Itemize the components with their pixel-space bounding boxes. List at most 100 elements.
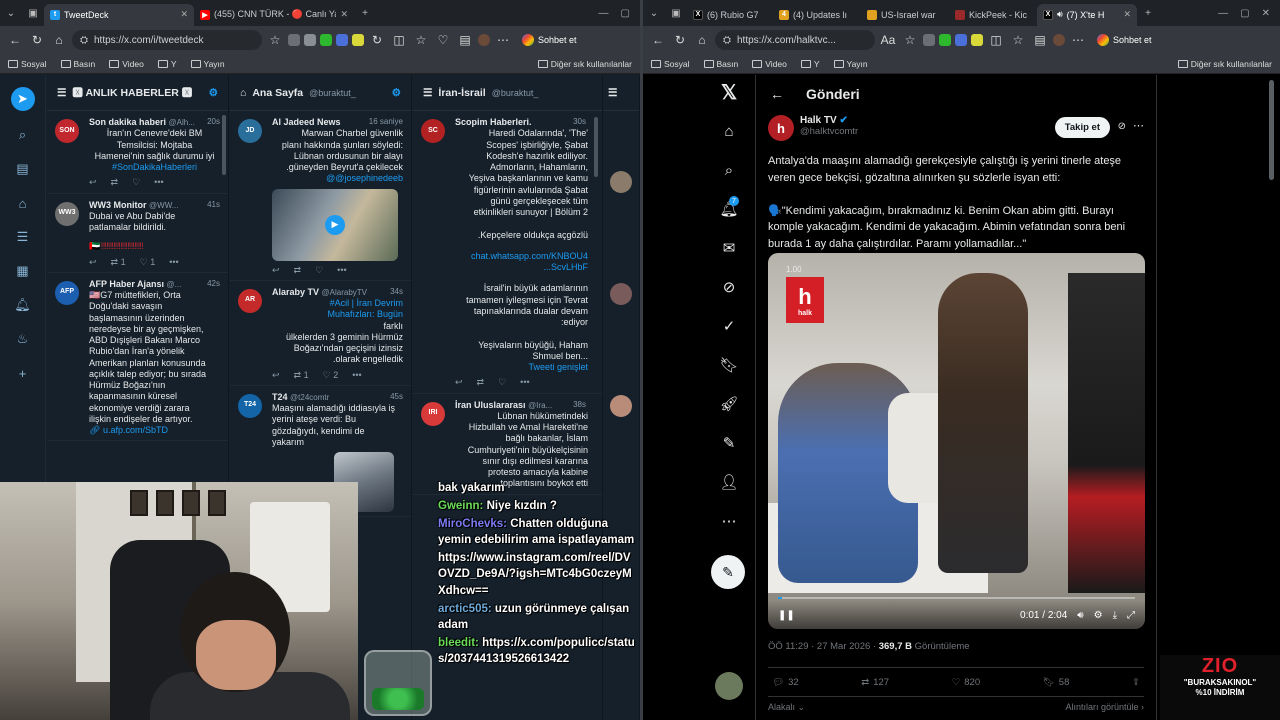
bookmark-icon[interactable]: 🔖︎ (717, 356, 741, 374)
more-icon[interactable]: ••• (352, 370, 361, 381)
tweet-author[interactable]: Son dakika haberi (89, 117, 166, 127)
repost-button[interactable]: ⇄ 127 (861, 677, 889, 688)
column-settings-icon[interactable]: ⚙ (392, 87, 401, 99)
retweet-icon[interactable]: ⇄ (111, 177, 119, 188)
extension-icon[interactable] (336, 34, 348, 46)
extension-icon[interactable] (939, 34, 951, 46)
settings-icon[interactable]: ⚙ (1094, 610, 1103, 621)
bookmark-button[interactable]: 🔖︎ 58 (1043, 677, 1070, 688)
refresh-ext-icon[interactable]: ↻ (368, 33, 386, 47)
more-icon[interactable]: ••• (520, 377, 529, 388)
avatar[interactable] (610, 283, 632, 305)
star-icon[interactable]: ☆ (266, 33, 284, 47)
workspaces-icon[interactable]: ▣ (665, 2, 687, 24)
add-column-icon[interactable]: + (13, 363, 33, 383)
other-bookmarks[interactable]: Diğer sık kullanılanlar (537, 59, 632, 69)
bookmark-folder[interactable]: Sosyal (8, 59, 47, 69)
avatar[interactable]: AFP (55, 280, 79, 305)
tweet[interactable]: SON Son dakika haberi @Alh... 20s İran'ı… (47, 111, 228, 194)
close-window-icon[interactable]: ✕ (1262, 8, 1270, 19)
avatar[interactable]: JD (238, 119, 262, 143)
speaker-icon[interactable]: 🔊︎ (1057, 9, 1063, 20)
site-info-icon[interactable]: ⛭ (80, 35, 88, 46)
bookmark-folder[interactable]: Video (752, 59, 787, 69)
sohbet-button[interactable]: Sohbet et (516, 32, 583, 48)
bookmark-folder[interactable]: Sosyal (651, 59, 690, 69)
back-arrow-icon[interactable]: ← (770, 86, 784, 102)
tweet-author[interactable]: Scopim Haberleri. (455, 117, 532, 127)
chevron-down-icon[interactable]: ⌄ (0, 2, 22, 24)
grok-icon[interactable]: ⊘ (1118, 121, 1126, 132)
minimize-player-icon[interactable]: ⤓ (1113, 610, 1117, 621)
search-icon[interactable]: ⌕ (13, 125, 33, 145)
tweet-author[interactable]: WW3 Monitor (89, 200, 147, 210)
new-tab-icon[interactable]: + (354, 2, 376, 24)
edit-icon[interactable]: ✎ (717, 434, 741, 452)
close-icon[interactable]: ✕ (340, 9, 348, 20)
tweet-author[interactable]: İran Uluslararası (455, 400, 526, 410)
bell-icon[interactable]: 🔔︎ 7 (717, 196, 741, 218)
home-icon[interactable]: ⌂ (717, 122, 741, 140)
extension-icon[interactable] (320, 34, 332, 46)
bookmark-folder[interactable]: Basın (60, 59, 95, 69)
split-view-icon[interactable]: ◫ (390, 33, 408, 47)
tweet-author[interactable]: T24 (272, 392, 288, 402)
avatar[interactable]: AR (238, 288, 262, 313)
back-icon[interactable]: ← (6, 33, 24, 47)
extension-icon[interactable] (304, 34, 316, 46)
like-icon[interactable]: ♡ (315, 265, 323, 276)
like-icon[interactable]: ♡ 1 (140, 257, 156, 268)
tab[interactable]: KickPeek - Kic (949, 4, 1037, 26)
maximize-icon[interactable]: ▢ (621, 8, 630, 19)
like-icon[interactable]: ♡ (132, 177, 140, 188)
profile-avatar[interactable] (478, 34, 490, 46)
expand-tweet-link[interactable]: Tweeti genişlet (455, 362, 588, 373)
verified-icon[interactable]: ✓ (717, 317, 741, 335)
collections-icon[interactable]: ▤ (456, 33, 474, 47)
tweet-link[interactable]: 🔗︎ u.afp.com/SbTD (89, 425, 220, 436)
rocket-icon[interactable]: 🚀︎ (717, 395, 741, 413)
reply-icon[interactable]: ↩ (272, 370, 280, 381)
scrollbar[interactable] (1269, 80, 1274, 180)
activity-icon[interactable]: ▦ (13, 261, 33, 281)
avatar[interactable] (610, 171, 632, 193)
reload-icon[interactable]: ↻ (671, 33, 689, 47)
author-avatar[interactable]: h (768, 115, 794, 141)
retweet-icon[interactable]: ⇄ 1 (294, 370, 309, 381)
more-icon[interactable]: ••• (337, 265, 346, 276)
reply-icon[interactable]: ↩ (89, 177, 97, 188)
site-info-icon[interactable]: ⛭ (723, 35, 731, 46)
bell-icon[interactable]: 🔔︎ (13, 295, 33, 315)
favorites-icon[interactable]: ☆ (412, 33, 430, 47)
bookmark-folder[interactable]: Basın (703, 59, 738, 69)
volume-icon[interactable]: 🔊︎ (1077, 610, 1083, 621)
minimize-icon[interactable]: — (599, 8, 609, 19)
avatar[interactable]: WW3 (55, 201, 79, 226)
close-icon[interactable]: ✕ (1123, 9, 1131, 20)
tweet[interactable]: WW3 WW3 Monitor @WW... 41s Dubai ve Abu … (47, 194, 228, 273)
whatsapp-link[interactable]: chat.whatsapp.com/KNBOU4 ...ScvLHbF (455, 251, 588, 274)
video-player[interactable]: 1.00 h halk ❚❚ 0:01 / 2:04 🔊︎ ⚙ ⤓ ⤢ (768, 253, 1145, 629)
tweet[interactable]: AFP AFP Haber Ajansı @... 42s 🇺🇸G7 mütte… (47, 273, 228, 442)
bookmark-folder[interactable]: Video (109, 59, 144, 69)
home-icon[interactable]: ⌂ (50, 33, 68, 47)
like-button[interactable]: ♡ 820 (952, 677, 980, 688)
url-field[interactable]: ⛭ https://x.com/i/tweetdeck (72, 30, 262, 50)
avatar[interactable] (610, 395, 632, 417)
tab[interactable]: US-Israel war (861, 4, 949, 26)
search-icon[interactable]: ⌕ (717, 161, 741, 179)
play-icon[interactable]: ▶ (325, 214, 345, 235)
extension-icon[interactable] (955, 34, 967, 46)
more-icon[interactable]: ••• (169, 257, 178, 268)
related-dropdown[interactable]: Alakalı ⌄ (768, 702, 805, 713)
profile-icon[interactable]: 👤︎ (717, 473, 741, 491)
reload-icon[interactable]: ↻ (28, 33, 46, 47)
follow-button[interactable]: Takip et (1054, 117, 1110, 138)
retweet-icon[interactable]: ⇄ 1 (111, 257, 126, 268)
heart-icon[interactable]: ♡ (434, 33, 452, 47)
tweet-author[interactable]: Alaraby TV (272, 287, 319, 297)
post-timestamp[interactable]: ÖÖ 11:29 · 27 Mar 2026 · (768, 641, 876, 652)
minimize-icon[interactable]: — (1218, 8, 1228, 19)
list-icon[interactable]: ☰ (13, 227, 33, 247)
video-progress-bar[interactable] (778, 597, 1135, 599)
